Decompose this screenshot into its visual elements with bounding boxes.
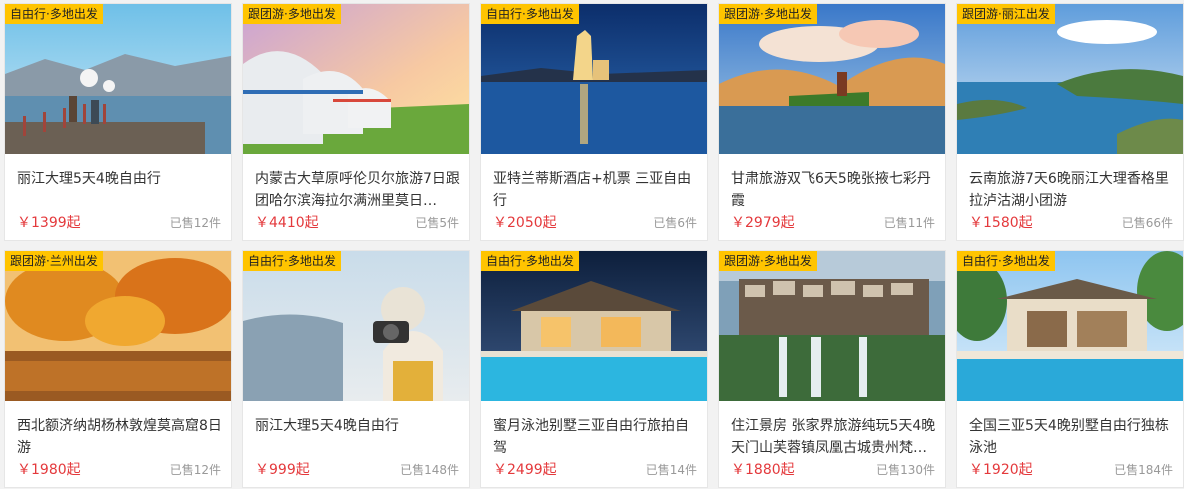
product-price: ￥2050起 xyxy=(493,215,557,231)
product-title[interactable]: 云南旅游7天6晚丽江大理香格里拉泸沽湖小团游 xyxy=(969,168,1175,212)
product-title[interactable]: 丽江大理5天4晚自由行 xyxy=(17,168,223,190)
product-title[interactable]: 西北额济纳胡杨林敦煌莫高窟8日游 xyxy=(17,415,223,459)
sold-count: 已售11件 xyxy=(883,216,935,230)
product-price: ￥1399起 xyxy=(17,215,81,231)
route-tag: 跟团游·多地出发 xyxy=(243,4,341,24)
route-tag: 自由行·多地出发 xyxy=(243,251,341,271)
product-card[interactable]: 跟团游·多地出发 内蒙古大草原呼伦贝尔旅游7日跟团哈尔滨海拉尔满洲里莫日… ￥4… xyxy=(242,3,470,241)
product-title[interactable]: 蜜月泳池别墅三亚自由行旅拍自驾 xyxy=(493,415,699,459)
product-image[interactable]: 跟团游·多地出发 xyxy=(719,251,945,401)
product-image[interactable]: 跟团游·多地出发 xyxy=(243,4,469,154)
sold-count: 已售184件 xyxy=(1114,463,1173,477)
route-tag: 自由行·多地出发 xyxy=(481,4,579,24)
product-card[interactable]: 自由行·多地出发 丽江大理5天4晚自由行 ￥1399起 已售12件 xyxy=(4,3,232,241)
product-image[interactable]: 自由行·多地出发 xyxy=(481,251,707,401)
product-title[interactable]: 全国三亚5天4晚别墅自由行独栋泳池 xyxy=(969,415,1175,459)
product-card[interactable]: 自由行·多地出发 蜜月泳池别墅三亚自由行旅拍自驾 ￥2499起 已售14件 xyxy=(480,250,708,488)
sold-count: 已售148件 xyxy=(400,463,459,477)
sold-count: 已售5件 xyxy=(415,216,459,230)
product-card[interactable]: 自由行·多地出发 亚特兰蒂斯酒店+机票 三亚自由行 ￥2050起 已售6件 xyxy=(480,3,708,241)
product-price: ￥1980起 xyxy=(17,462,81,478)
product-image[interactable]: 自由行·多地出发 xyxy=(243,251,469,401)
product-image[interactable]: 跟团游·多地出发 xyxy=(719,4,945,154)
product-price: ￥999起 xyxy=(255,462,310,478)
product-title[interactable]: 丽江大理5天4晚自由行 xyxy=(255,415,461,437)
product-price: ￥2499起 xyxy=(493,462,557,478)
sold-count: 已售12件 xyxy=(169,216,221,230)
route-tag: 跟团游·兰州出发 xyxy=(5,251,103,271)
product-image[interactable]: 自由行·多地出发 xyxy=(481,4,707,154)
sold-count: 已售130件 xyxy=(876,463,935,477)
product-price: ￥2979起 xyxy=(731,215,795,231)
product-price: ￥1880起 xyxy=(731,462,795,478)
route-tag: 自由行·多地出发 xyxy=(5,4,103,24)
product-card[interactable]: 跟团游·多地出发 住江景房 张家界旅游纯玩5天4晚天门山芙蓉镇凤凰古城贵州梵… … xyxy=(718,250,946,488)
route-tag: 自由行·多地出发 xyxy=(481,251,579,271)
sold-count: 已售6件 xyxy=(653,216,697,230)
product-title[interactable]: 甘肃旅游双飞6天5晚张掖七彩丹霞 xyxy=(731,168,937,212)
route-tag: 自由行·多地出发 xyxy=(957,251,1055,271)
product-title[interactable]: 住江景房 张家界旅游纯玩5天4晚天门山芙蓉镇凤凰古城贵州梵… xyxy=(731,415,937,459)
sold-count: 已售12件 xyxy=(169,463,221,477)
product-price: ￥1920起 xyxy=(969,462,1033,478)
product-card[interactable]: 跟团游·丽江出发 云南旅游7天6晚丽江大理香格里拉泸沽湖小团游 ￥1580起 已… xyxy=(956,3,1184,241)
product-grid: 自由行·多地出发 丽江大理5天4晚自由行 ￥1399起 已售12件 跟团游·多地… xyxy=(0,0,1184,489)
product-card[interactable]: 跟团游·兰州出发 西北额济纳胡杨林敦煌莫高窟8日游 ￥1980起 已售12件 xyxy=(4,250,232,488)
route-tag: 跟团游·丽江出发 xyxy=(957,4,1055,24)
product-card[interactable]: 自由行·多地出发 全国三亚5天4晚别墅自由行独栋泳池 ￥1920起 已售184件 xyxy=(956,250,1184,488)
sold-count: 已售66件 xyxy=(1121,216,1173,230)
product-title[interactable]: 亚特兰蒂斯酒店+机票 三亚自由行 xyxy=(493,168,699,212)
product-image[interactable]: 自由行·多地出发 xyxy=(957,251,1183,401)
product-price: ￥4410起 xyxy=(255,215,319,231)
route-tag: 跟团游·多地出发 xyxy=(719,4,817,24)
product-image[interactable]: 自由行·多地出发 xyxy=(5,4,231,154)
product-price: ￥1580起 xyxy=(969,215,1033,231)
product-card[interactable]: 自由行·多地出发 丽江大理5天4晚自由行 ￥999起 已售148件 xyxy=(242,250,470,488)
product-title[interactable]: 内蒙古大草原呼伦贝尔旅游7日跟团哈尔滨海拉尔满洲里莫日… xyxy=(255,168,461,212)
product-image[interactable]: 跟团游·兰州出发 xyxy=(5,251,231,401)
product-card[interactable]: 跟团游·多地出发 甘肃旅游双飞6天5晚张掖七彩丹霞 ￥2979起 已售11件 xyxy=(718,3,946,241)
product-image[interactable]: 跟团游·丽江出发 xyxy=(957,4,1183,154)
sold-count: 已售14件 xyxy=(645,463,697,477)
route-tag: 跟团游·多地出发 xyxy=(719,251,817,271)
